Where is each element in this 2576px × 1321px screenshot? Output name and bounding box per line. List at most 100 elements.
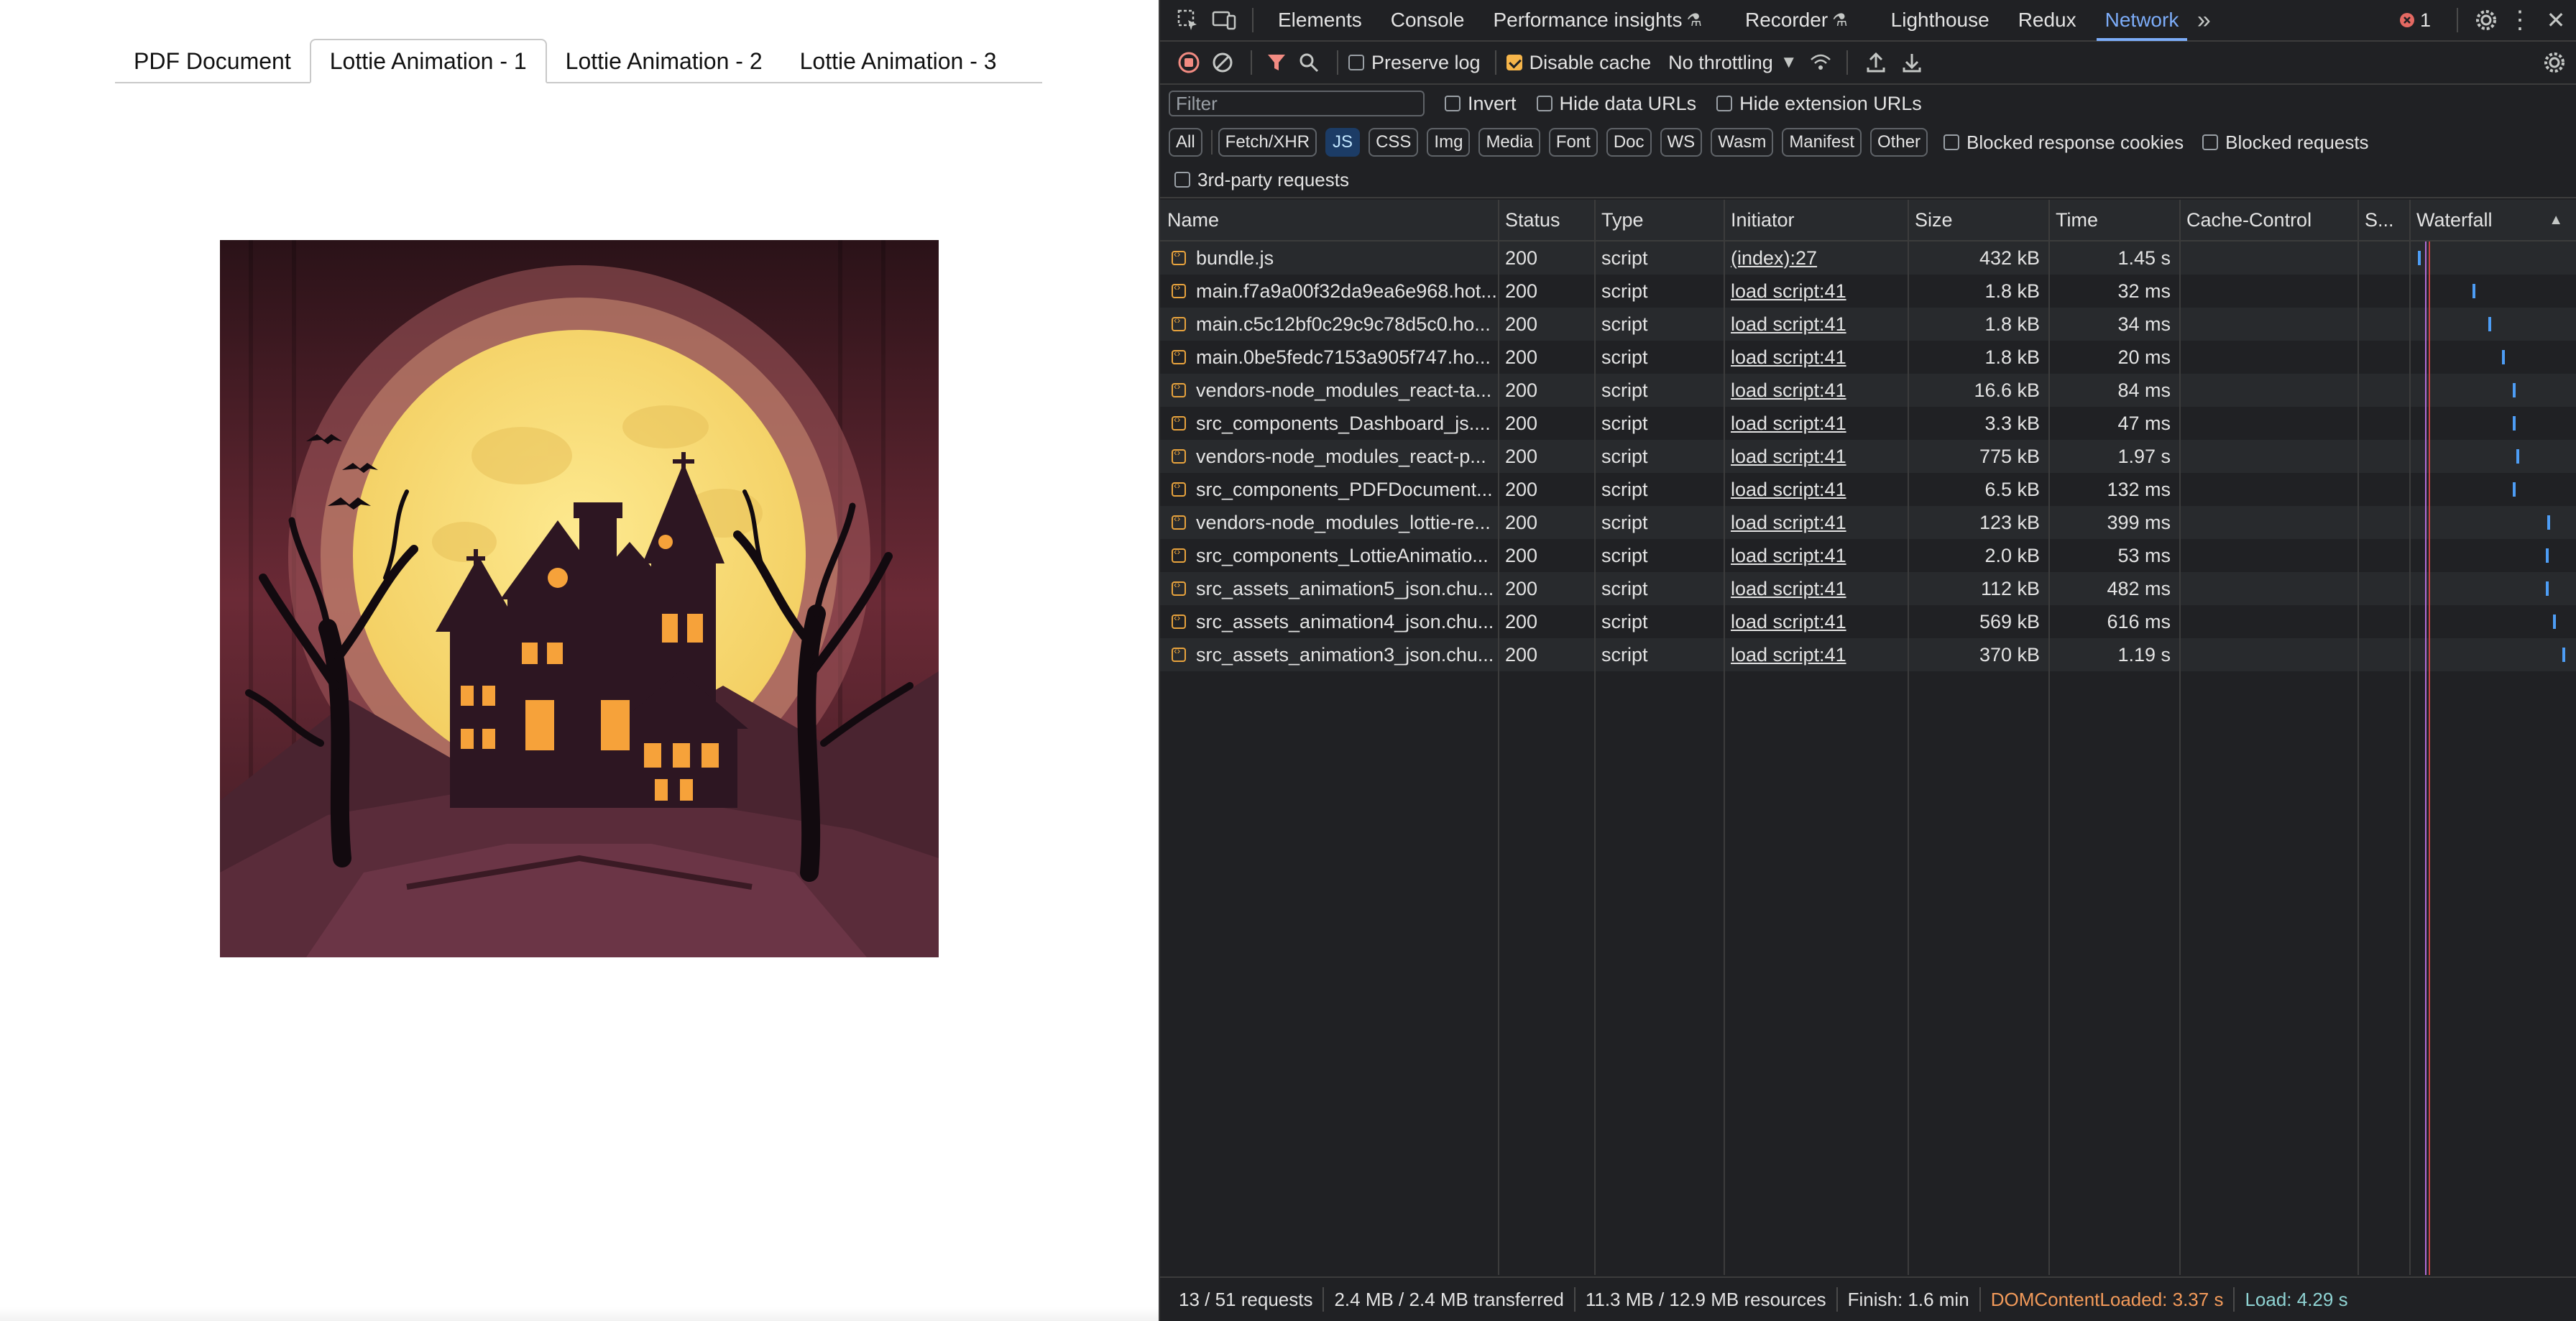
type-filter-doc[interactable]: Doc bbox=[1606, 128, 1652, 157]
column-header-cache-control[interactable]: Cache-Control bbox=[2179, 200, 2358, 240]
more-options-kebab-icon[interactable]: ⋮ bbox=[2504, 6, 2536, 34]
type-filter-ws[interactable]: WS bbox=[1660, 128, 1703, 157]
type-filter-js[interactable]: JS bbox=[1325, 128, 1361, 157]
cell-initiator-text[interactable]: load script:41 bbox=[1731, 545, 1846, 567]
cell-initiator-text[interactable]: load script:41 bbox=[1731, 611, 1846, 633]
dropdown-caret-icon[interactable]: ▼ bbox=[1773, 52, 1805, 73]
tab-lighthouse[interactable]: Lighthouse bbox=[1877, 0, 2004, 41]
network-conditions-wifi-icon[interactable] bbox=[1805, 52, 1836, 73]
column-header-type[interactable]: Type bbox=[1594, 200, 1724, 240]
cell-initiator[interactable]: load script:41 bbox=[1724, 605, 1908, 638]
cell-initiator-text[interactable]: (index):27 bbox=[1731, 247, 1817, 270]
import-har-upload-icon[interactable] bbox=[1858, 52, 1894, 73]
table-row[interactable]: src_assets_animation5_json.chu... 200 scri… bbox=[1160, 572, 2576, 605]
tab-elements[interactable]: Elements bbox=[1264, 0, 1376, 41]
tab-performance-insights[interactable]: Performance insights ⚗ bbox=[1478, 0, 1716, 41]
cell-initiator-text[interactable]: load script:41 bbox=[1731, 280, 1846, 303]
type-filter-media[interactable]: Media bbox=[1478, 128, 1540, 157]
hide-extension-urls-checkbox[interactable] bbox=[1716, 96, 1733, 111]
column-header-waterfall-label: Waterfall bbox=[2416, 208, 2493, 231]
table-row[interactable]: src_components_PDFDocument... 200 script lo… bbox=[1160, 473, 2576, 506]
filter-funnel-icon[interactable] bbox=[1262, 52, 1291, 73]
table-row[interactable]: main.f7a9a00f32da9ea6e968.hot... 200 scrip… bbox=[1160, 275, 2576, 308]
cell-initiator[interactable]: load script:41 bbox=[1724, 506, 1908, 539]
column-header-status[interactable]: Status bbox=[1498, 200, 1594, 240]
table-row[interactable]: src_components_Dashboard_js.... 200 script… bbox=[1160, 407, 2576, 440]
more-tabs-chevron-icon[interactable]: » bbox=[2193, 6, 2214, 34]
tab-lottie-animation-2[interactable]: Lottie Animation - 2 bbox=[547, 39, 781, 83]
invert-checkbox[interactable] bbox=[1445, 96, 1460, 111]
cell-initiator-text[interactable]: load script:41 bbox=[1731, 479, 1846, 501]
cell-initiator-text[interactable]: load script:41 bbox=[1731, 446, 1846, 468]
cell-initiator[interactable]: load script:41 bbox=[1724, 407, 1908, 440]
cell-initiator[interactable]: load script:41 bbox=[1724, 539, 1908, 572]
cell-initiator[interactable]: load script:41 bbox=[1724, 308, 1908, 341]
table-row[interactable]: vendors-node_modules_react-p... 200 script… bbox=[1160, 440, 2576, 473]
cell-initiator[interactable]: (index):27 bbox=[1724, 241, 1908, 275]
cell-initiator[interactable]: load script:41 bbox=[1724, 572, 1908, 605]
clear-log-icon[interactable] bbox=[1205, 51, 1241, 74]
preserve-log-checkbox[interactable] bbox=[1348, 55, 1364, 70]
cell-initiator[interactable]: load script:41 bbox=[1724, 638, 1908, 671]
throttling-select[interactable]: No throttling bbox=[1668, 52, 1773, 74]
cell-initiator[interactable]: load script:41 bbox=[1724, 275, 1908, 308]
stop-recording-icon[interactable] bbox=[1173, 51, 1205, 74]
column-header-name[interactable]: Name bbox=[1160, 200, 1498, 240]
cell-initiator[interactable]: load script:41 bbox=[1724, 374, 1908, 407]
tab-console[interactable]: Console bbox=[1376, 0, 1479, 41]
tab-recorder[interactable]: Recorder ⚗ bbox=[1731, 0, 1862, 41]
filter-input[interactable] bbox=[1169, 91, 1425, 116]
table-row[interactable]: main.0be5fedc7153a905f747.ho... 200 script… bbox=[1160, 341, 2576, 374]
error-icon[interactable] bbox=[2398, 11, 2416, 29]
type-filter-wasm[interactable]: Wasm bbox=[1711, 128, 1774, 157]
cell-status: 200 bbox=[1498, 275, 1594, 308]
cell-initiator-text[interactable]: load script:41 bbox=[1731, 346, 1846, 369]
type-filter-fetch-xhr[interactable]: Fetch/XHR bbox=[1218, 128, 1317, 157]
table-row[interactable]: src_assets_animation4_json.chu... 200 scri… bbox=[1160, 605, 2576, 638]
blocked-response-cookies-checkbox[interactable] bbox=[1944, 134, 1960, 150]
tab-lottie-animation-1[interactable]: Lottie Animation - 1 bbox=[309, 39, 547, 83]
column-header-time[interactable]: Time bbox=[2048, 200, 2179, 240]
third-party-requests-checkbox[interactable] bbox=[1174, 172, 1190, 188]
settings-gear-icon[interactable] bbox=[2468, 9, 2504, 32]
table-row[interactable]: vendors-node_modules_react-ta... 200 scrip… bbox=[1160, 374, 2576, 407]
cell-initiator-text[interactable]: load script:41 bbox=[1731, 413, 1846, 435]
type-filter-img[interactable]: Img bbox=[1427, 128, 1471, 157]
network-settings-gear-icon[interactable] bbox=[2533, 51, 2576, 74]
tab-lottie-animation-3[interactable]: Lottie Animation - 3 bbox=[781, 39, 1016, 83]
table-row[interactable]: main.c5c12bf0c29c9c78d5c0.ho... 200 script… bbox=[1160, 308, 2576, 341]
column-header-size[interactable]: Size bbox=[1908, 200, 2048, 240]
type-filter-css[interactable]: CSS bbox=[1368, 128, 1419, 157]
hide-data-urls-checkbox[interactable] bbox=[1536, 96, 1552, 111]
type-filter-font[interactable]: Font bbox=[1548, 128, 1598, 157]
table-row[interactable]: src_assets_animation3_json.chu... 200 scri… bbox=[1160, 638, 2576, 671]
cell-initiator-text[interactable]: load script:41 bbox=[1731, 644, 1846, 666]
cell-initiator-text[interactable]: load script:41 bbox=[1731, 313, 1846, 336]
blocked-requests-checkbox[interactable] bbox=[2202, 134, 2219, 150]
close-devtools-icon[interactable]: ✕ bbox=[2536, 6, 2576, 34]
device-toolbar-icon[interactable] bbox=[1206, 9, 1242, 32]
tab-redux[interactable]: Redux bbox=[2004, 0, 2091, 41]
table-row[interactable]: src_components_LottieAnimatio... 200 scrip… bbox=[1160, 539, 2576, 572]
column-header-initiator[interactable]: Initiator bbox=[1724, 200, 1908, 240]
table-row[interactable]: bundle.js 200 script (index):27 432 kB 1.45 s bbox=[1160, 241, 2576, 275]
column-header-waterfall[interactable]: Waterfall ▲ bbox=[2409, 200, 2575, 240]
cell-initiator[interactable]: load script:41 bbox=[1724, 341, 1908, 374]
cell-initiator[interactable]: load script:41 bbox=[1724, 440, 1908, 473]
column-header-s[interactable]: S... bbox=[2358, 200, 2409, 240]
cell-initiator[interactable]: load script:41 bbox=[1724, 473, 1908, 506]
tab-network[interactable]: Network bbox=[2091, 0, 2194, 41]
cell-initiator-text[interactable]: load script:41 bbox=[1731, 578, 1846, 600]
cell-initiator-text[interactable]: load script:41 bbox=[1731, 379, 1846, 402]
type-filter-manifest[interactable]: Manifest bbox=[1782, 128, 1862, 157]
table-row[interactable]: vendors-node_modules_lottie-re... 200 scri… bbox=[1160, 506, 2576, 539]
type-filter-other[interactable]: Other bbox=[1870, 128, 1928, 157]
error-count[interactable]: 1 bbox=[2420, 9, 2431, 32]
tab-pdf-document[interactable]: PDF Document bbox=[115, 39, 310, 83]
export-har-download-icon[interactable] bbox=[1894, 52, 1930, 73]
disable-cache-checkbox[interactable] bbox=[1506, 55, 1522, 70]
inspect-element-icon[interactable] bbox=[1170, 9, 1206, 32]
type-filter-all[interactable]: All bbox=[1169, 128, 1202, 157]
cell-initiator-text[interactable]: load script:41 bbox=[1731, 512, 1846, 534]
search-icon[interactable] bbox=[1291, 52, 1327, 73]
